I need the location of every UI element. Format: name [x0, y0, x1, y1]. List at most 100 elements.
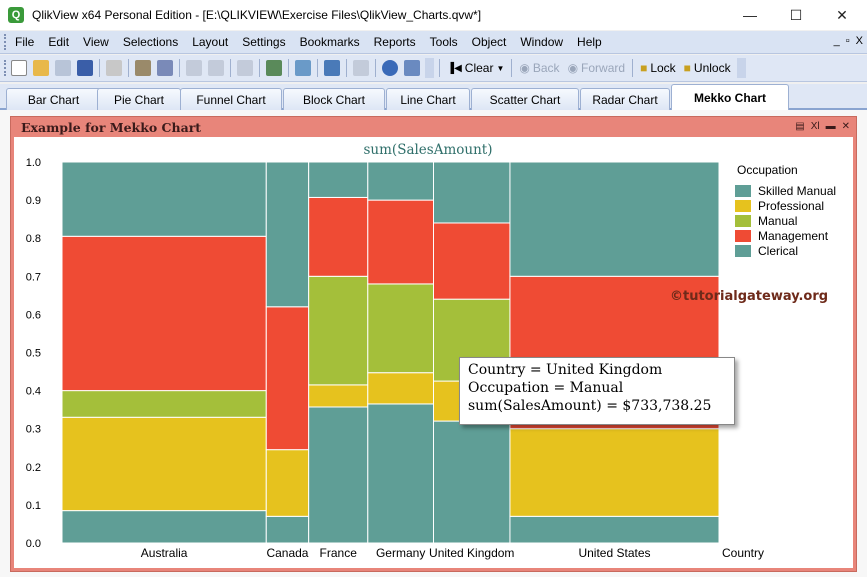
- y-tick-label: 0.5: [26, 348, 41, 360]
- close-button[interactable]: ✕: [819, 0, 865, 30]
- reload-icon[interactable]: [55, 60, 71, 76]
- legend-swatch: [735, 200, 751, 212]
- mekko-segment-canada-professional: [265, 449, 310, 517]
- unlock-button[interactable]: ■ Unlock: [680, 61, 735, 75]
- sheet-tabs: Bar Chart Pie Chart Funnel Chart Block C…: [0, 84, 867, 110]
- menu-tools[interactable]: Tools: [423, 35, 465, 49]
- edit-script-icon[interactable]: [135, 60, 151, 76]
- mekko-segment-france-management: [308, 196, 369, 277]
- tab-scatter-chart[interactable]: Scatter Chart: [471, 88, 579, 110]
- menu-edit[interactable]: Edit: [41, 35, 76, 49]
- y-tick-label: 0.6: [26, 309, 41, 321]
- unlock-icon: ■: [683, 61, 691, 75]
- mekko-segment-australia-management: [61, 235, 267, 392]
- menu-reports[interactable]: Reports: [367, 35, 423, 49]
- save-icon[interactable]: [77, 60, 93, 76]
- x-tick-label: United Kingdom: [429, 546, 514, 560]
- y-tick-label: 0.0: [26, 538, 41, 550]
- mekko-segment-germany-manual: [367, 283, 435, 374]
- legend-swatch: [735, 215, 751, 227]
- mekko-segment-australia-clerical: [61, 161, 267, 237]
- mekko-segment-germany-professional: [367, 372, 435, 405]
- bookmark-star-icon[interactable]: [324, 60, 340, 76]
- tab-bar-chart[interactable]: Bar Chart: [6, 88, 101, 110]
- tab-mekko-chart[interactable]: Mekko Chart: [671, 84, 789, 110]
- tooltip-country: Country = United Kingdom: [468, 362, 663, 378]
- toolbar-overflow-icon[interactable]: [425, 58, 434, 78]
- new-document-icon[interactable]: [11, 60, 27, 76]
- mekko-segment-australia-skilled-manual: [61, 510, 267, 544]
- forward-button[interactable]: ◉ Forward: [564, 61, 630, 75]
- y-tick-label: 0.4: [26, 386, 41, 398]
- mekko-segment-france-skilled-manual: [308, 406, 369, 544]
- mdi-minimize-button[interactable]: _: [834, 35, 840, 47]
- menu-window[interactable]: Window: [513, 35, 570, 49]
- search-icon[interactable]: [237, 60, 253, 76]
- print-icon[interactable]: [106, 60, 122, 76]
- chevron-down-icon[interactable]: ▼: [496, 64, 504, 73]
- window-title: QlikView x64 Personal Edition - [E:\QLIK…: [32, 8, 482, 22]
- x-tick-label: Australia: [141, 546, 188, 560]
- mekko-segment-germany-skilled-manual: [367, 403, 435, 544]
- y-tick-label: 0.1: [26, 500, 41, 512]
- legend-label: Clerical: [758, 244, 798, 258]
- tab-line-chart[interactable]: Line Chart: [386, 88, 470, 110]
- legend-label: Professional: [758, 199, 824, 213]
- tooltip-occupation: Occupation = Manual: [468, 380, 624, 396]
- minimize-button[interactable]: —: [727, 0, 773, 30]
- redo-icon[interactable]: [208, 60, 224, 76]
- print-icon[interactable]: ▤: [795, 121, 804, 132]
- toolbar: ▐◀ Clear ▼ ◉ Back ◉ Forward ■ Lock ■ Unl…: [0, 55, 867, 82]
- qlikview-logo-icon: Q: [8, 7, 24, 23]
- mekko-segment-australia-manual: [61, 390, 267, 418]
- menu-view[interactable]: View: [76, 35, 116, 49]
- legend-swatch: [735, 245, 751, 257]
- lock-icon: ■: [640, 61, 648, 75]
- mekko-chart-svg: sum(SalesAmount) 0.0 0.1 0.2 0.3 0.4 0.5 0.6 0.7…: [26, 142, 836, 560]
- menu-selections[interactable]: Selections: [116, 35, 185, 49]
- select-fields-icon[interactable]: [266, 60, 282, 76]
- reload-data-icon[interactable]: [157, 60, 173, 76]
- legend-swatch: [735, 185, 751, 197]
- x-tick-label: Germany: [376, 546, 425, 560]
- xl-icon[interactable]: Xl: [811, 121, 820, 132]
- back-button[interactable]: ◉ Back: [515, 61, 563, 75]
- help-icon[interactable]: [382, 60, 398, 76]
- watermark-text: ©tutorialgateway.org: [670, 289, 828, 304]
- menu-help[interactable]: Help: [570, 35, 609, 49]
- undo-icon[interactable]: [186, 60, 202, 76]
- lock-button[interactable]: ■ Lock: [636, 61, 680, 75]
- toolbar-grip-icon: [4, 60, 8, 76]
- chart-tooltip: Country = United Kingdom Occupation = Ma…: [459, 357, 735, 425]
- x-tick-label: United States: [578, 546, 650, 560]
- context-help-icon[interactable]: [404, 60, 420, 76]
- chart-caption: Example for Mekko Chart: [21, 120, 202, 135]
- mekko-segment-germany-management: [367, 199, 435, 285]
- tab-block-chart[interactable]: Block Chart: [283, 88, 385, 110]
- minimize-icon[interactable]: ▬: [826, 121, 836, 132]
- tab-funnel-chart[interactable]: Funnel Chart: [180, 88, 282, 110]
- new-chart-icon[interactable]: [295, 60, 311, 76]
- clear-button[interactable]: ▐◀ Clear ▼: [443, 61, 508, 75]
- open-folder-icon[interactable]: [33, 60, 49, 76]
- toolbar-overflow-icon-2[interactable]: [736, 58, 746, 78]
- maximize-button[interactable]: ☐: [773, 0, 819, 30]
- menu-settings[interactable]: Settings: [235, 35, 292, 49]
- menu-bookmarks[interactable]: Bookmarks: [293, 35, 367, 49]
- mekko-segment-united-kingdom-skilled-manual: [433, 420, 511, 544]
- legend-label: Manual: [758, 214, 797, 228]
- tab-radar-chart[interactable]: Radar Chart: [580, 88, 670, 110]
- back-icon: ◉: [519, 61, 530, 75]
- y-tick-label: 0.9: [26, 195, 41, 207]
- chart-object[interactable]: Example for Mekko Chart ▤ Xl ▬ ✕ sum(Sal…: [10, 116, 857, 572]
- menu-object[interactable]: Object: [465, 35, 514, 49]
- mdi-restore-button[interactable]: ▫: [846, 35, 850, 47]
- menu-layout[interactable]: Layout: [185, 35, 235, 49]
- menu-file[interactable]: File: [8, 35, 41, 49]
- design-grid-icon[interactable]: [353, 60, 369, 76]
- tab-pie-chart[interactable]: Pie Chart: [97, 88, 181, 110]
- mdi-close-button[interactable]: X: [856, 35, 863, 47]
- legend-label: Skilled Manual: [758, 184, 836, 198]
- mekko-segment-united-kingdom-management: [433, 222, 511, 300]
- close-icon[interactable]: ✕: [842, 121, 850, 132]
